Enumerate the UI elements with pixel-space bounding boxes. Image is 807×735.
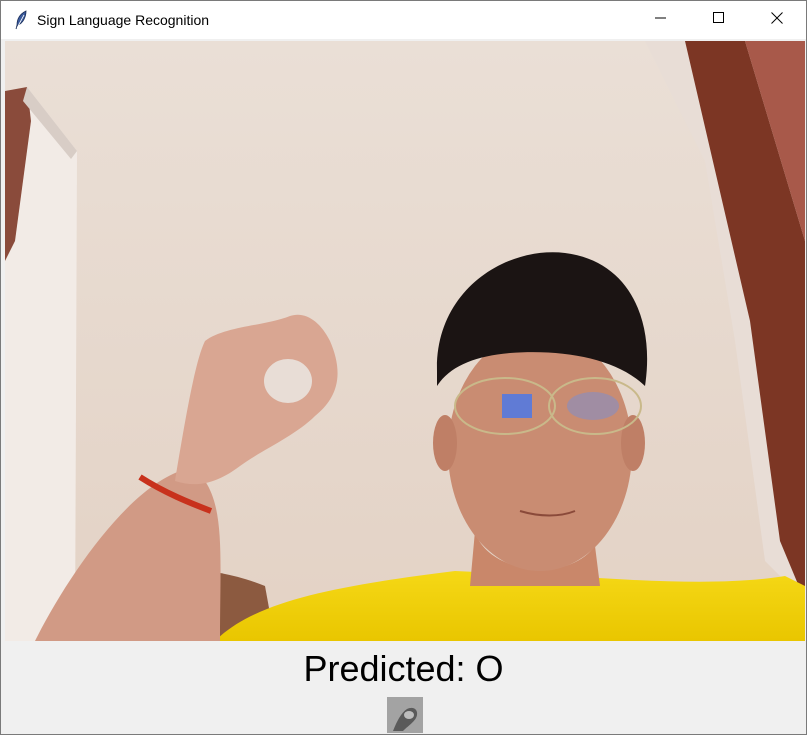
close-button[interactable] — [748, 1, 806, 39]
camera-feed — [5, 41, 805, 641]
app-window: Sign Language Recognition Predicted: O — [0, 0, 807, 735]
feather-icon — [13, 10, 29, 30]
prediction-label: Predicted: O — [303, 648, 504, 689]
webcam-image — [5, 41, 805, 641]
title-bar[interactable]: Sign Language Recognition — [1, 1, 806, 39]
maximize-button[interactable] — [690, 1, 748, 39]
hand-sign-icon — [387, 697, 423, 733]
window-controls — [632, 1, 806, 39]
window-title: Sign Language Recognition — [37, 12, 210, 28]
close-icon — [771, 11, 783, 29]
sign-thumbnail — [387, 697, 423, 733]
minimize-button[interactable] — [632, 1, 690, 39]
maximize-icon — [713, 11, 725, 29]
minimize-icon — [655, 11, 667, 29]
